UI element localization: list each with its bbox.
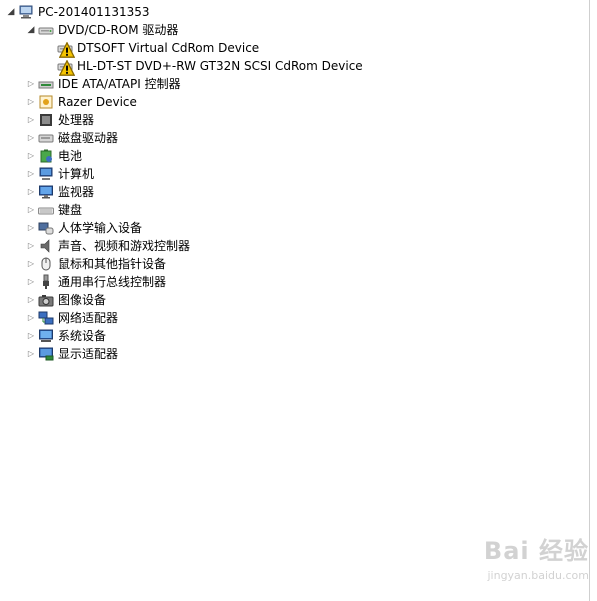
watermark-url: jingyan.baidu.com — [487, 569, 589, 582]
tree-node-label: 键盘 — [58, 203, 83, 217]
computer-icon — [18, 4, 34, 20]
tree-node-network-adapters[interactable]: ▷ 网络适配器 — [26, 309, 118, 327]
expand-arrow-icon[interactable]: ▷ — [26, 345, 36, 363]
expand-arrow-icon[interactable]: ▷ — [26, 273, 36, 291]
tree-node-label: 监视器 — [58, 185, 95, 199]
razer-device-icon — [38, 94, 54, 110]
ide-controller-icon — [38, 76, 54, 92]
tree-node-mice-pointing-devices[interactable]: ▷ 鼠标和其他指针设备 — [26, 255, 166, 273]
tree-node-keyboards[interactable]: ▷ 键盘 — [26, 201, 82, 219]
expand-arrow-icon[interactable]: ▷ — [26, 309, 36, 327]
battery-icon — [38, 148, 54, 164]
tree-node-processor[interactable]: ▷ 处理器 — [26, 111, 94, 129]
tree-node-label: 人体学输入设备 — [58, 221, 143, 235]
baidu-jingyan-watermark: Bai 经验 jingyan.baidu.com — [449, 535, 589, 591]
warning-icon — [59, 60, 75, 76]
expand-arrow-icon[interactable]: ▷ — [26, 75, 36, 93]
keyboard-icon — [38, 202, 54, 218]
tree-node-hl-dt-st-cdrom[interactable]: HL-DT-ST DVD+-RW GT32N SCSI CdRom Device — [55, 57, 363, 76]
tree-node-label: 声音、视频和游戏控制器 — [58, 239, 191, 253]
tree-node-sound-video-game-controllers[interactable]: ▷ 声音、视频和游戏控制器 — [26, 237, 190, 255]
display-adapter-icon — [38, 346, 54, 362]
tree-node-label: 计算机 — [58, 167, 95, 181]
dvd-drive-warning-icon — [57, 58, 75, 76]
expand-arrow-icon[interactable]: ▷ — [26, 201, 36, 219]
usb-icon — [38, 274, 54, 290]
monitor-icon — [38, 184, 54, 200]
tree-node-dtsoft-virtual-cdrom[interactable]: DTSOFT Virtual CdRom Device — [55, 39, 260, 58]
hid-icon — [38, 220, 54, 236]
warning-icon — [59, 42, 75, 58]
expand-arrow-icon[interactable]: ▷ — [26, 111, 36, 129]
tree-node-razer-device[interactable]: ▷ Razer Device — [26, 93, 137, 111]
tree-node-label: 电池 — [58, 149, 83, 163]
expand-arrow-icon[interactable]: ▷ — [26, 237, 36, 255]
sound-icon — [38, 238, 54, 254]
computer-category-icon — [38, 166, 54, 182]
tree-node-label: PC-201401131353 — [38, 5, 150, 19]
tree-node-root[interactable]: ◢ PC-201401131353 — [6, 3, 150, 21]
tree-node-label: 显示适配器 — [58, 347, 119, 361]
tree-node-label: HL-DT-ST DVD+-RW GT32N SCSI CdRom Device — [77, 59, 363, 73]
tree-node-label: 网络适配器 — [58, 311, 119, 325]
tree-node-dvd-cdrom[interactable]: ◢ DVD/CD-ROM 驱动器 — [26, 21, 179, 39]
collapse-arrow-icon[interactable]: ◢ — [26, 21, 36, 39]
tree-node-label: IDE ATA/ATAPI 控制器 — [58, 77, 181, 91]
expand-arrow-icon[interactable]: ▷ — [26, 219, 36, 237]
tree-node-label: 处理器 — [58, 113, 95, 127]
tree-node-disk-drives[interactable]: ▷ 磁盘驱动器 — [26, 129, 118, 147]
mouse-icon — [38, 256, 54, 272]
expand-arrow-icon[interactable]: ▷ — [26, 327, 36, 345]
tree-node-label: 系统设备 — [58, 329, 107, 343]
imaging-device-icon — [38, 292, 54, 308]
expand-arrow-icon[interactable]: ▷ — [26, 165, 36, 183]
tree-node-display-adapters[interactable]: ▷ 显示适配器 — [26, 345, 118, 363]
expand-arrow-icon[interactable]: ▷ — [26, 129, 36, 147]
tree-node-label: 通用串行总线控制器 — [58, 275, 167, 289]
watermark-main-text: Bai 经验 — [483, 537, 589, 565]
tree-node-imaging-devices[interactable]: ▷ 图像设备 — [26, 291, 106, 309]
expand-arrow-icon[interactable]: ▷ — [26, 183, 36, 201]
expand-arrow-icon[interactable]: ▷ — [26, 291, 36, 309]
tree-node-label: DVD/CD-ROM 驱动器 — [58, 23, 179, 37]
tree-node-battery[interactable]: ▷ 电池 — [26, 147, 82, 165]
tree-node-label: 鼠标和其他指针设备 — [58, 257, 167, 271]
tree-node-label: DTSOFT Virtual CdRom Device — [77, 41, 260, 55]
tree-node-label: Razer Device — [58, 95, 137, 109]
tree-node-human-interface-devices[interactable]: ▷ 人体学输入设备 — [26, 219, 142, 237]
processor-icon — [38, 112, 54, 128]
network-adapter-icon — [38, 310, 54, 326]
dvd-drive-warning-icon — [57, 40, 75, 58]
tree-node-system-devices[interactable]: ▷ 系统设备 — [26, 327, 106, 345]
collapse-arrow-icon[interactable]: ◢ — [6, 3, 16, 21]
expand-arrow-icon[interactable]: ▷ — [26, 93, 36, 111]
tree-node-monitors[interactable]: ▷ 监视器 — [26, 183, 94, 201]
tree-node-usb-controllers[interactable]: ▷ 通用串行总线控制器 — [26, 273, 166, 291]
tree-node-label: 图像设备 — [58, 293, 107, 307]
device-manager-tree-pane: ◢ PC-201401131353 ◢ DVD/CD-ROM 驱动器 DTSOF… — [0, 0, 590, 601]
tree-node-ide-ata-atapi[interactable]: ▷ IDE ATA/ATAPI 控制器 — [26, 75, 181, 93]
dvd-drive-icon — [38, 22, 54, 38]
tree-node-computer[interactable]: ▷ 计算机 — [26, 165, 94, 183]
disk-drive-icon — [38, 130, 54, 146]
system-device-icon — [38, 328, 54, 344]
tree-node-label: 磁盘驱动器 — [58, 131, 119, 145]
expand-arrow-icon[interactable]: ▷ — [26, 255, 36, 273]
expand-arrow-icon[interactable]: ▷ — [26, 147, 36, 165]
